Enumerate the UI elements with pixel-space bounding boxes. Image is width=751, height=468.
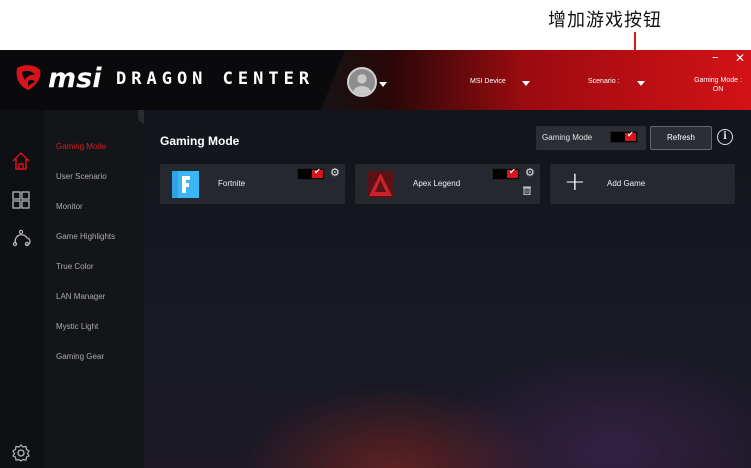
info-icon[interactable]: i <box>717 129 733 145</box>
game-card-fortnite[interactable]: Fortnite ⚙ <box>160 164 345 204</box>
sidebar-item-gaming-gear[interactable]: Gaming Gear <box>56 352 104 361</box>
game-card-apex-legend[interactable]: Apex Legend ⚙ <box>355 164 540 204</box>
minimize-button[interactable]: – <box>712 50 719 65</box>
brand-msi-wordmark: msi <box>48 63 102 94</box>
gaming-mode-toggle-label: Gaming Mode <box>542 133 593 142</box>
apex-legends-icon <box>367 171 394 198</box>
cloud-sync-icon[interactable] <box>11 229 31 249</box>
apps-grid-icon[interactable] <box>11 190 31 210</box>
sidebar-item-user-scenario[interactable]: User Scenario <box>56 172 107 181</box>
sidebar-item-gaming-mode[interactable]: Gaming Mode <box>56 142 106 151</box>
delete-trash-icon[interactable] <box>523 186 531 195</box>
dragon-center-window: msi DRAGON CENTER MSI Device Scenario : … <box>0 50 751 468</box>
add-game-label: Add Game <box>607 179 646 188</box>
main-panel: Gaming Mode Gaming Mode Refresh i Fortni… <box>144 110 751 468</box>
sidebar-item-mystic-light[interactable]: Mystic Light <box>56 322 98 331</box>
sidebar-item-game-highlights[interactable]: Game Highlights <box>56 232 115 241</box>
gaming-mode-toggle-box: Gaming Mode <box>536 126 646 150</box>
annotation-label: 增加游戏按钮 <box>548 10 662 31</box>
gaming-mode-status-label: Gaming Mode : <box>694 77 742 84</box>
brand-app-title: DRAGON CENTER <box>116 69 315 89</box>
sidebar-item-monitor[interactable]: Monitor <box>56 202 83 211</box>
toggle-knob-check-icon <box>625 130 636 141</box>
device-selector[interactable]: MSI Device <box>470 78 506 85</box>
close-button[interactable]: ✕ <box>735 51 745 65</box>
toggle-knob-check-icon <box>312 167 323 178</box>
sidebar-item-true-color[interactable]: True Color <box>56 262 94 271</box>
avatar-dropdown-caret-icon[interactable] <box>379 82 387 87</box>
plus-icon: + <box>564 167 586 197</box>
sidebar-item-lan-manager[interactable]: LAN Manager <box>56 292 105 301</box>
game-name: Apex Legend <box>413 179 461 188</box>
home-icon[interactable] <box>11 151 31 171</box>
gaming-mode-toggle[interactable] <box>610 130 638 143</box>
add-game-button[interactable]: + Add Game <box>550 164 735 204</box>
fortnite-icon <box>172 171 199 198</box>
msi-dragon-logo-icon <box>16 65 41 90</box>
game-enable-toggle[interactable] <box>297 167 325 180</box>
page-title: Gaming Mode <box>160 134 240 148</box>
gaming-mode-status: Gaming Mode : ON <box>688 76 748 94</box>
toggle-knob-check-icon <box>507 167 518 178</box>
game-settings-gear-icon[interactable]: ⚙ <box>330 166 340 179</box>
user-avatar[interactable] <box>347 67 377 97</box>
game-settings-gear-icon[interactable]: ⚙ <box>525 166 535 179</box>
device-dropdown-caret-icon[interactable] <box>522 81 530 86</box>
settings-gear-icon[interactable] <box>11 443 31 463</box>
game-name: Fortnite <box>218 179 246 188</box>
game-enable-toggle[interactable] <box>492 167 520 180</box>
refresh-button[interactable]: Refresh <box>650 126 712 150</box>
gaming-mode-status-value: ON <box>712 86 724 93</box>
scenario-selector[interactable]: Scenario : <box>588 78 620 85</box>
scenario-dropdown-caret-icon[interactable] <box>637 81 645 86</box>
